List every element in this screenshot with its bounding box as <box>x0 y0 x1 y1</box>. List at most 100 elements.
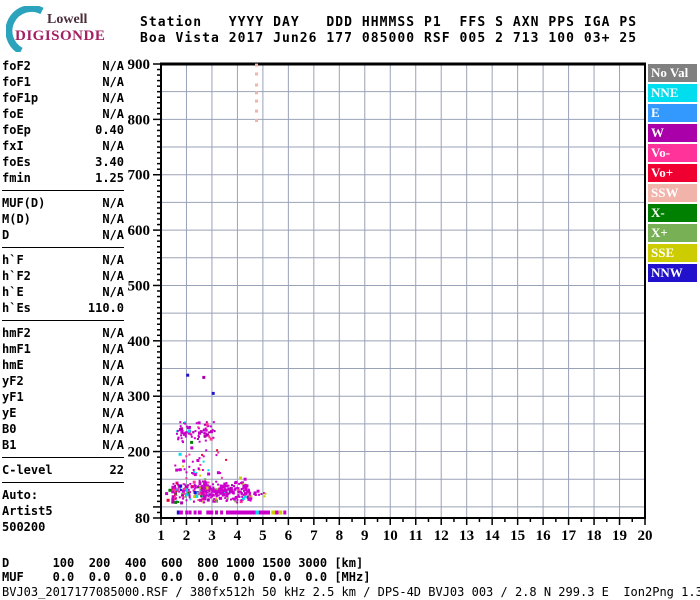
x-tick-label: 1 <box>157 528 165 544</box>
echo-dot <box>204 427 207 430</box>
legend-item-vo+: Vo+ <box>648 164 697 182</box>
echo-dot <box>243 477 247 481</box>
echo-dot <box>210 430 213 433</box>
ionogram-plot: 1 2 3 4 5 6 7 8 9 10 11 12 13 14 15 16 17 18 19 20900800700… <box>128 57 653 544</box>
echo-dot <box>204 487 207 490</box>
muf-row: MUF 0.0 0.0 0.0 0.0 0.0 0.0 0.0 0.0 [MHz… <box>2 570 371 584</box>
echo-dot <box>199 474 202 477</box>
echo-dot <box>207 489 210 492</box>
echo-dot <box>200 430 203 433</box>
echo-dot <box>192 480 196 484</box>
echo-dot <box>204 478 207 481</box>
spread-dot <box>255 119 258 122</box>
spread-dot <box>255 109 258 113</box>
echo-dot <box>205 449 208 452</box>
echo-dot <box>258 493 260 496</box>
es-strip-segment <box>258 510 270 515</box>
echo-dot <box>187 429 191 433</box>
echo-dot <box>203 432 206 434</box>
echo-dot <box>190 440 194 444</box>
echo-dot <box>197 426 200 429</box>
echo-dot <box>203 435 206 438</box>
echo-dot <box>237 489 240 492</box>
echo-dot <box>188 465 191 468</box>
echo-dot <box>230 489 234 493</box>
echo-dot <box>209 486 212 489</box>
echo-dot <box>238 482 241 485</box>
echo-dot <box>177 501 180 503</box>
plot-border <box>160 62 646 519</box>
echo-dot <box>222 493 226 497</box>
echo-dot <box>225 494 229 498</box>
echo-dot <box>174 500 178 504</box>
es-strip-segment <box>206 510 214 515</box>
legend-item-nnw: NNW <box>648 264 697 282</box>
echo-dot <box>171 500 175 504</box>
echo-dot <box>174 496 176 499</box>
spread-trace <box>255 63 258 122</box>
echo-dot <box>198 440 201 443</box>
echo-dot <box>189 498 192 501</box>
x-tick-label: 18 <box>587 528 602 544</box>
echo-dot <box>238 495 241 498</box>
echo-dot <box>185 425 188 428</box>
echo-dot <box>196 438 199 440</box>
x-tick-label: 3 <box>208 528 216 544</box>
es-strip-segment <box>220 510 224 515</box>
echo-dot <box>166 498 170 502</box>
es-strip-segment <box>271 510 276 515</box>
y-tick-label: 900 <box>128 57 151 73</box>
echo-dot <box>199 498 203 502</box>
echo-dot <box>190 446 194 450</box>
echo-dot <box>179 421 182 424</box>
x-tick-label: 8 <box>336 528 344 544</box>
echo-dot <box>203 501 206 504</box>
spread-dot <box>255 83 258 87</box>
echo-dot <box>182 497 184 500</box>
echo-dot <box>187 488 190 491</box>
echo-dot <box>233 485 235 487</box>
x-tick-label: 15 <box>510 528 525 544</box>
echo-dot <box>185 488 188 491</box>
y-tick-label: 700 <box>128 168 151 184</box>
x-tick-label: 14 <box>485 528 501 544</box>
echo-dot <box>174 485 177 487</box>
echo-dot <box>182 441 184 444</box>
echo-dot <box>185 493 189 497</box>
echo-dot <box>198 482 202 485</box>
echo-dot <box>184 485 187 488</box>
x-tick-label: 6 <box>285 528 293 544</box>
echo-dot <box>197 499 200 502</box>
echo-dot <box>179 425 182 428</box>
es-strip-segment <box>283 510 287 515</box>
echo-dot <box>187 484 190 487</box>
echo-dot <box>202 455 205 458</box>
echo-dot <box>194 486 197 489</box>
echo-dot <box>209 496 212 499</box>
echo-dot <box>232 492 235 495</box>
echo-dot <box>215 500 218 503</box>
echo-dot <box>207 481 210 484</box>
x-tick-label: 2 <box>183 528 191 544</box>
echo-dot <box>219 484 223 488</box>
echo-dot <box>212 494 215 497</box>
echo-dot <box>171 490 175 494</box>
legend-item-nne: NNE <box>648 84 697 102</box>
echo-dot <box>180 429 184 433</box>
x-tick-label: 5 <box>259 528 267 544</box>
echo-dot <box>199 463 202 466</box>
es-strip-segment <box>185 510 189 515</box>
echo-dot <box>239 476 242 480</box>
y-tick-label: 500 <box>128 278 151 294</box>
es-strip-segment <box>176 510 180 515</box>
echo-dot <box>246 495 249 498</box>
spread-dot <box>255 63 258 67</box>
es-strip-segment <box>197 510 202 515</box>
echo-dot <box>197 467 200 470</box>
echo-dot <box>208 431 211 434</box>
ionogram-screen: Lowell DIGISONDE Station YYYY DAY DDD HH… <box>0 0 700 600</box>
legend-item-e: E <box>648 104 697 122</box>
echo-dot <box>177 436 180 439</box>
x-tick-label: 4 <box>234 528 242 544</box>
echo-dot <box>226 499 229 502</box>
